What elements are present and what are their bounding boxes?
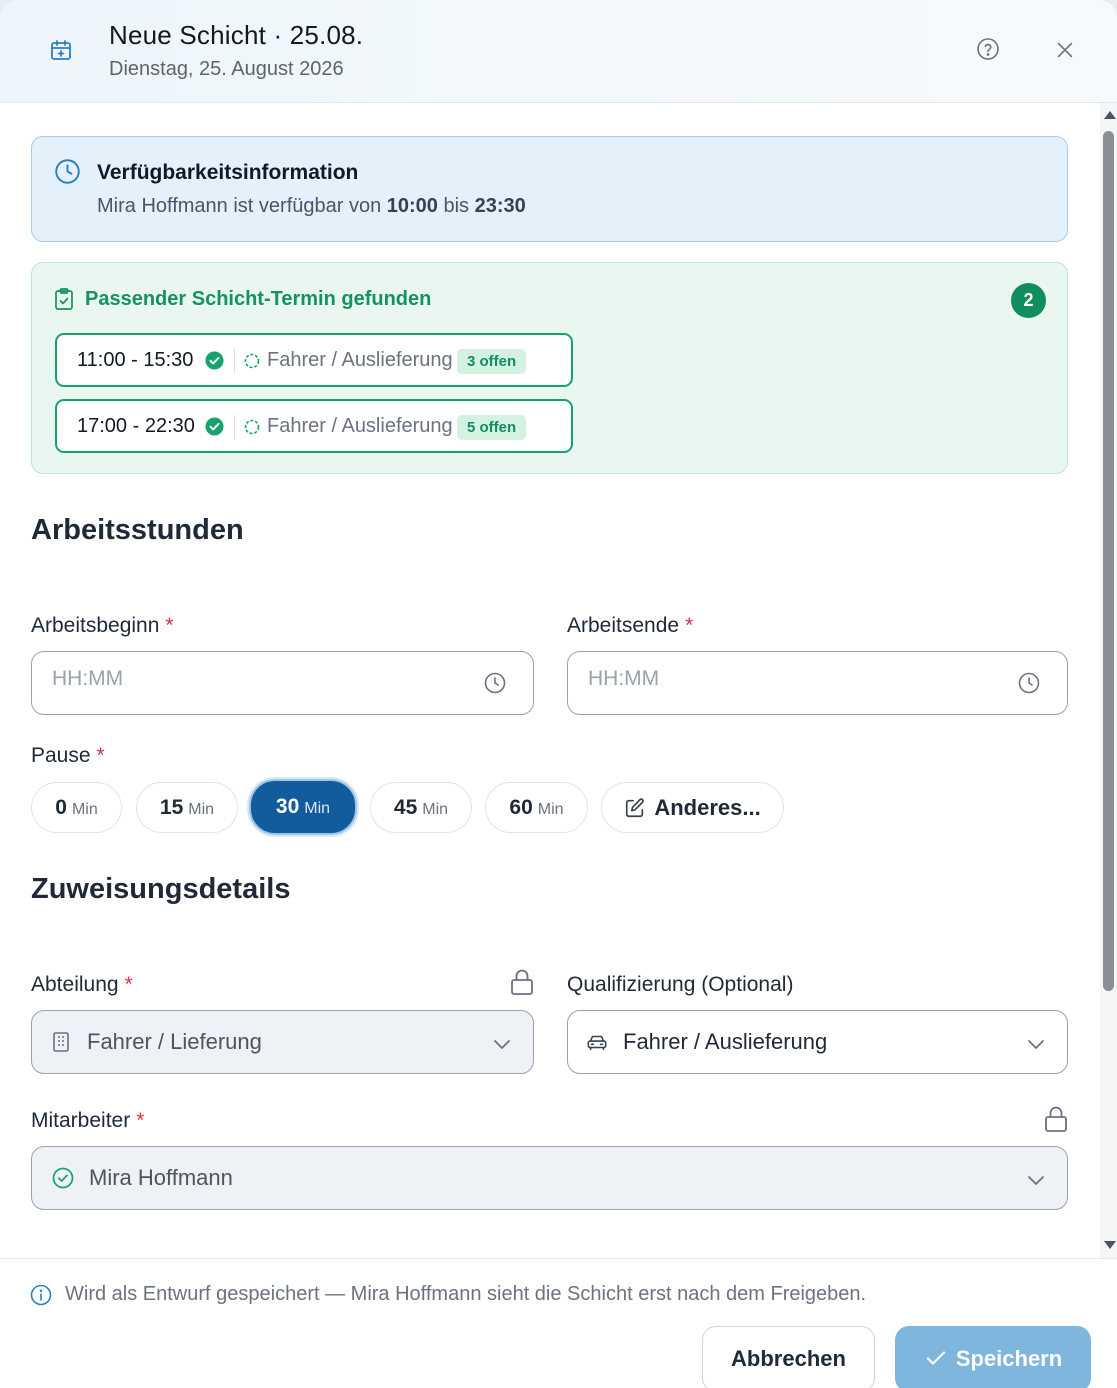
shift-option-qualification: Fahrer / Auslieferung (267, 349, 453, 371)
department-label: Abteilung * (31, 973, 133, 996)
section-title-assignment: Zuweisungsdetails (31, 873, 291, 905)
divider (234, 415, 235, 439)
qualification-value: Fahrer / Auslieferung (623, 1029, 828, 1054)
save-button[interactable]: Speichern (895, 1326, 1091, 1388)
scroll-down-arrow[interactable] (1104, 1241, 1116, 1249)
open-slots-badge: 3 offen (457, 349, 527, 374)
required-mark: * (96, 744, 105, 767)
shift-option-qualification: Fahrer / Auslieferung (267, 415, 453, 437)
check-circle-icon (205, 417, 224, 436)
dialog-header: Neue Schicht · 25.08. Dienstag, 25. Augu… (0, 0, 1117, 103)
lock-icon (511, 969, 533, 995)
end-time-placeholder: HH:MM (588, 667, 660, 690)
start-time-placeholder: HH:MM (52, 667, 124, 690)
required-mark: * (165, 614, 174, 637)
pause-option-30[interactable]: 30 Min (249, 779, 357, 835)
shift-option-time: 11:00 - 15:30 (77, 349, 194, 371)
dialog-body[interactable]: Verfügbarkeitsinformation Mira Hoffmann … (0, 103, 1100, 1258)
cancel-button[interactable]: Abbrechen (702, 1326, 875, 1388)
dialog-subtitle: Dienstag, 25. August 2026 (109, 58, 344, 80)
chevron-down-icon (1028, 1176, 1044, 1185)
calendar-plus-icon (51, 40, 71, 60)
section-title-work-hours: Arbeitsstunden (31, 514, 244, 546)
availability-from: 10:00 (386, 195, 438, 217)
chevron-down-icon (1028, 1040, 1044, 1049)
shift-option-time: 17:00 - 22:30 (77, 415, 195, 437)
qualification-select[interactable]: Fahrer / Auslieferung (567, 1010, 1068, 1074)
help-icon[interactable] (976, 37, 1000, 61)
lock-icon (1045, 1106, 1067, 1132)
new-shift-dialog: Neue Schicht · 25.08. Dienstag, 25. Augu… (0, 0, 1117, 1388)
department-select[interactable]: Fahrer / Lieferung (31, 1010, 534, 1074)
availability-to: 23:30 (474, 195, 526, 217)
availability-text: Mira Hoffmann ist verfügbar von 10:00 bi… (97, 195, 526, 217)
required-mark: * (124, 973, 133, 996)
pause-label: Pause * (31, 744, 105, 767)
clock-icon[interactable] (483, 671, 507, 695)
check-circle-icon (205, 351, 224, 370)
matching-count-badge: 2 (1011, 283, 1046, 318)
employee-value: Mira Hoffmann (89, 1165, 233, 1190)
pause-option-other[interactable]: Anderes... (601, 782, 784, 833)
required-mark: * (685, 614, 694, 637)
scrollbar-thumb[interactable] (1103, 131, 1114, 991)
employee-select[interactable]: Mira Hoffmann (31, 1146, 1068, 1210)
scrollbar[interactable] (1100, 103, 1117, 1258)
qualification-label: Qualifizierung (Optional) (567, 973, 794, 996)
divider (234, 349, 235, 373)
dashed-circle-icon (244, 419, 260, 435)
clipboard-check-icon (55, 288, 73, 310)
department-value: Fahrer / Lieferung (87, 1029, 262, 1054)
check-circle-icon (52, 1167, 74, 1189)
car-icon (587, 1035, 607, 1051)
info-icon (30, 1284, 52, 1306)
pause-option-0[interactable]: 0 Min (31, 782, 122, 833)
edit-icon (626, 798, 645, 818)
shift-option-2[interactable]: 17:00 - 22:30 Fahrer / Auslieferung 5 of… (55, 399, 573, 453)
dialog-title: Neue Schicht · 25.08. (109, 20, 364, 50)
dialog-footer: Wird als Entwurf gespeichert — Mira Hoff… (0, 1258, 1117, 1388)
availability-info-box: Verfügbarkeitsinformation Mira Hoffmann … (31, 136, 1068, 242)
save-button-label: Speichern (955, 1346, 1063, 1371)
pause-option-45[interactable]: 45 Min (370, 782, 472, 833)
required-mark: * (136, 1109, 145, 1132)
start-time-input[interactable]: HH:MM (31, 651, 534, 715)
building-icon (53, 1032, 69, 1052)
start-time-label: Arbeitsbeginn * (31, 614, 174, 637)
open-slots-badge: 5 offen (457, 415, 527, 440)
matching-shifts-box: Passender Schicht-Termin gefunden 2 11:0… (31, 262, 1068, 474)
clock-icon (55, 159, 80, 184)
clock-icon[interactable] (1017, 671, 1041, 695)
pause-option-60[interactable]: 60 Min (485, 782, 588, 833)
draft-note: Wird als Entwurf gespeichert — Mira Hoff… (65, 1283, 867, 1305)
end-time-label: Arbeitsende * (567, 614, 694, 637)
check-icon (926, 1351, 945, 1365)
matching-title: Passender Schicht-Termin gefunden (85, 288, 432, 310)
availability-title: Verfügbarkeitsinformation (97, 161, 359, 184)
chevron-down-icon (494, 1040, 510, 1049)
employee-label: Mitarbeiter * (31, 1109, 145, 1132)
shift-option-1[interactable]: 11:00 - 15:30 Fahrer / Auslieferung 3 of… (55, 333, 573, 387)
dashed-circle-icon (244, 353, 260, 369)
end-time-input[interactable]: HH:MM (567, 651, 1068, 715)
close-icon[interactable] (1054, 39, 1076, 61)
scroll-up-arrow[interactable] (1104, 111, 1116, 119)
pause-option-15[interactable]: 15 Min (136, 782, 238, 833)
